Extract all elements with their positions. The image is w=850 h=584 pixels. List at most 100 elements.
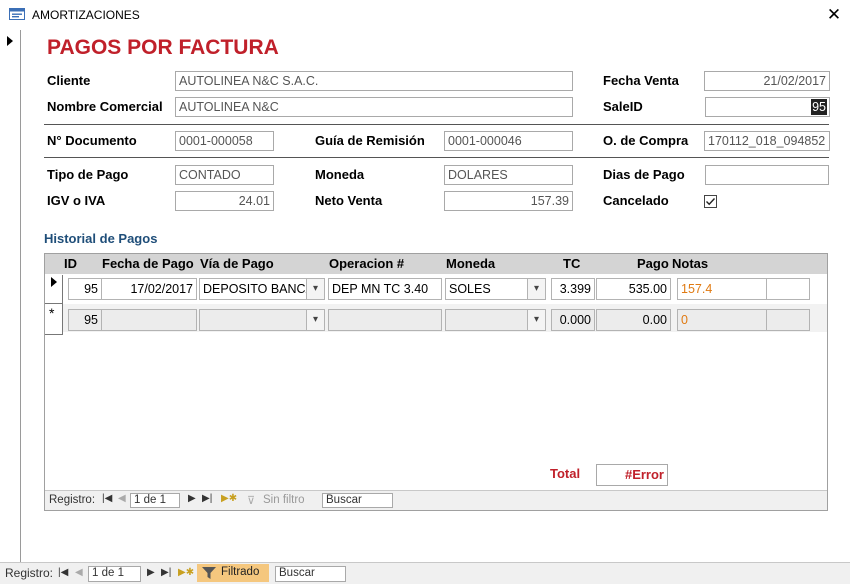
- igv-field[interactable]: 24.01: [175, 191, 274, 211]
- n-documento-field[interactable]: 0001-000058: [175, 131, 274, 151]
- prev-record-button[interactable]: ◀: [118, 493, 126, 504]
- notas-cell[interactable]: 0: [677, 309, 767, 331]
- title-bar: AMORTIZACIONES ✕: [0, 0, 850, 30]
- next-record-button[interactable]: ▶: [147, 567, 155, 578]
- via-pago-combo[interactable]: DEPOSITO BANCA ▾: [199, 278, 325, 300]
- first-record-button[interactable]: |◀: [58, 567, 68, 578]
- tipo-pago-field[interactable]: CONTADO: [175, 165, 274, 185]
- filter-label: Filtrado: [221, 566, 260, 578]
- historial-title: Historial de Pagos: [44, 231, 158, 246]
- n-documento-label: N° Documento: [47, 133, 137, 148]
- nombre-comercial-label: Nombre Comercial: [47, 99, 163, 114]
- record-position-input[interactable]: 1 de 1: [130, 493, 180, 508]
- igv-label: IGV o IVA: [47, 193, 106, 208]
- search-input[interactable]: Buscar: [322, 493, 393, 508]
- filter-toggle[interactable]: Sin filtro: [263, 494, 305, 506]
- registro-label: Registro:: [5, 566, 54, 580]
- chevron-down-icon[interactable]: ▾: [306, 279, 324, 299]
- close-icon[interactable]: ✕: [826, 5, 842, 25]
- first-record-button[interactable]: |◀: [102, 493, 112, 504]
- asterisk-icon: *: [49, 305, 55, 321]
- sale-id-label: SaleID: [603, 99, 643, 114]
- cancelado-checkbox[interactable]: [704, 195, 717, 208]
- tipo-pago-label: Tipo de Pago: [47, 167, 129, 182]
- notas-cell[interactable]: 157.4: [677, 278, 767, 300]
- fecha-venta-label: Fecha Venta: [603, 73, 679, 88]
- moneda-value: SOLES: [449, 282, 491, 296]
- row-selector[interactable]: *: [45, 304, 63, 335]
- sale-id-field[interactable]: 95: [705, 97, 830, 117]
- new-record-button[interactable]: ▶✱: [221, 493, 237, 504]
- table-row: 95 17/02/2017 DEPOSITO BANCA ▾ DEP MN TC…: [63, 275, 827, 303]
- tc-cell[interactable]: 3.399: [551, 278, 595, 300]
- chevron-down-icon[interactable]: ▾: [527, 279, 545, 299]
- neto-venta-field[interactable]: 157.39: [444, 191, 573, 211]
- fecha-pago-cell[interactable]: 17/02/2017: [101, 278, 197, 300]
- operacion-cell[interactable]: [328, 309, 442, 331]
- moneda-field[interactable]: DOLARES: [444, 165, 573, 185]
- moneda-combo[interactable]: ▾: [445, 309, 546, 331]
- record-pointer-icon: [51, 277, 57, 287]
- divider: [44, 124, 829, 125]
- column-header[interactable]: Moneda: [446, 256, 495, 271]
- row-selector[interactable]: [45, 275, 63, 304]
- subform-navigation-bar: Registro: |◀ ◀ 1 de 1 ▶ ▶| ▶✱ ⊽ Sin filt…: [45, 490, 827, 510]
- fecha-venta-field[interactable]: 21/02/2017: [704, 71, 830, 91]
- pago-cell[interactable]: 535.00: [596, 278, 671, 300]
- via-pago-value: DEPOSITO BANCA: [203, 282, 314, 296]
- extra-cell[interactable]: [766, 309, 810, 331]
- cliente-label: Cliente: [47, 73, 91, 88]
- guia-remision-field[interactable]: 0001-000046: [444, 131, 573, 151]
- moneda-label: Moneda: [315, 167, 365, 182]
- neto-venta-label: Neto Venta: [315, 193, 383, 208]
- cliente-field[interactable]: AUTOLINEA N&C S.A.C.: [175, 71, 573, 91]
- column-header[interactable]: TC: [563, 256, 580, 271]
- operacion-cell[interactable]: DEP MN TC 3.40: [328, 278, 442, 300]
- prev-record-button[interactable]: ◀: [75, 567, 83, 578]
- last-record-button[interactable]: ▶|: [202, 493, 212, 504]
- funnel-icon: [202, 567, 216, 579]
- cancelado-label: Cancelado: [603, 193, 669, 208]
- chevron-down-icon[interactable]: ▾: [527, 310, 545, 330]
- dias-pago-label: Dias de Pago: [603, 167, 685, 182]
- new-record-button[interactable]: ▶✱: [178, 567, 194, 578]
- column-header[interactable]: Fecha de Pago: [102, 256, 194, 271]
- via-pago-combo[interactable]: ▾: [199, 309, 325, 331]
- record-position-input[interactable]: 1 de 1: [88, 566, 141, 582]
- dias-pago-field[interactable]: [705, 165, 829, 185]
- main-navigation-bar: Registro: |◀ ◀ 1 de 1 ▶ ▶| ▶✱ Filtrado B…: [0, 562, 850, 584]
- new-record-row: 95 ▾ ▾ 0.000 0.00 0: [63, 304, 827, 332]
- page-title: PAGOS POR FACTURA: [47, 36, 279, 59]
- id-cell[interactable]: 95: [68, 309, 102, 331]
- historial-subform: ID Fecha de Pago Vía de Pago Operacion #…: [44, 253, 828, 511]
- column-header[interactable]: ID: [64, 256, 77, 271]
- chevron-down-icon[interactable]: ▾: [306, 310, 324, 330]
- column-header[interactable]: Pago: [637, 256, 669, 271]
- o-compra-field[interactable]: 170112_018_094852: [704, 131, 830, 151]
- guia-remision-label: Guía de Remisión: [315, 133, 425, 148]
- search-input[interactable]: Buscar: [275, 566, 346, 582]
- pago-cell[interactable]: 0.00: [596, 309, 671, 331]
- last-record-button[interactable]: ▶|: [161, 567, 171, 578]
- funnel-icon: ⊽: [247, 495, 256, 507]
- column-header[interactable]: Operacion #: [329, 256, 404, 271]
- record-selector-strip[interactable]: [0, 30, 21, 562]
- column-header[interactable]: Notas: [672, 256, 708, 271]
- total-field[interactable]: #Error: [596, 464, 668, 486]
- registro-label: Registro:: [49, 494, 96, 506]
- filter-toggle[interactable]: Filtrado: [197, 564, 269, 582]
- nombre-comercial-field[interactable]: AUTOLINEA N&C: [175, 97, 573, 117]
- divider: [44, 157, 829, 158]
- column-header[interactable]: Vía de Pago: [200, 256, 274, 271]
- moneda-combo[interactable]: SOLES ▾: [445, 278, 546, 300]
- grid-header: ID Fecha de Pago Vía de Pago Operacion #…: [45, 254, 827, 274]
- fecha-pago-cell[interactable]: [101, 309, 197, 331]
- id-cell[interactable]: 95: [68, 278, 102, 300]
- form-icon: [9, 8, 25, 20]
- record-pointer-icon: [7, 36, 13, 46]
- total-label: Total: [550, 466, 581, 481]
- extra-cell[interactable]: [766, 278, 810, 300]
- next-record-button[interactable]: ▶: [188, 493, 196, 504]
- window-title: AMORTIZACIONES: [32, 8, 140, 22]
- tc-cell[interactable]: 0.000: [551, 309, 595, 331]
